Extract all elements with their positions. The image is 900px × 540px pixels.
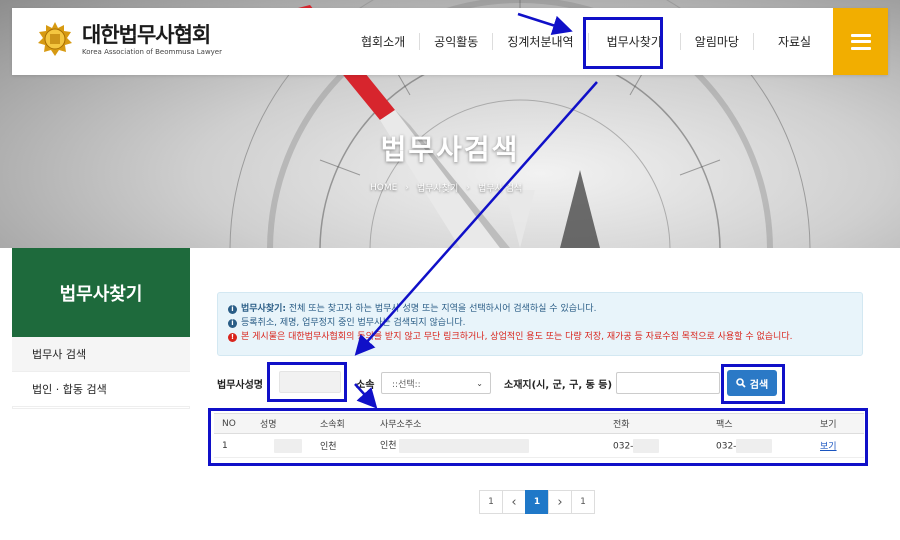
col-phone: 전화: [605, 413, 708, 434]
info-icon: i: [228, 304, 237, 314]
nav-notices[interactable]: 알림마당: [679, 33, 753, 50]
site-header: 대한법무사협회 Korea Association of Beommusa La…: [12, 8, 888, 75]
lawyer-name-input[interactable]: [279, 371, 341, 393]
chevron-right-icon: ›: [466, 182, 470, 193]
notice-line-3: 본 게시물은 대한법무사협회의 동의를 받지 않고 무단 링크하거나, 상업적인…: [241, 332, 793, 342]
nav-resources[interactable]: 자료실: [752, 33, 835, 50]
region-input[interactable]: [616, 372, 720, 394]
row-affiliation: 인천: [312, 433, 372, 458]
info-notice: i 법무사찾기: 전체 또는 찾고자 하는 법무사 성명 또는 지역을 선택하시…: [217, 292, 863, 356]
redacted-phone: [633, 438, 660, 453]
row-view: 보기: [812, 433, 864, 458]
results-table: NO 성명 소속회 사무소주소 전화 팩스 보기 1 인천 인천 032- 03…: [214, 413, 864, 458]
breadcrumb-section[interactable]: 법무사찾기: [417, 181, 458, 194]
sidebar-item-firm-search[interactable]: 법인 · 합동 검색: [12, 372, 190, 407]
breadcrumb-home[interactable]: HOME: [370, 183, 397, 193]
page-next[interactable]: ›: [548, 490, 572, 514]
chevron-down-icon: ⌄: [476, 379, 483, 388]
redacted-name: [274, 438, 302, 453]
nav-public-service[interactable]: 공익활동: [419, 33, 492, 50]
notice-line-2: 등록취소, 제명, 업무정지 중인 법무사는 검색되지 않습니다.: [241, 318, 466, 328]
col-affiliation: 소속회: [312, 413, 372, 434]
chevron-right-icon: ›: [405, 182, 409, 193]
warning-icon: !: [228, 332, 237, 342]
info-icon: i: [228, 318, 237, 328]
row-no: 1: [214, 433, 252, 458]
page-current[interactable]: 1: [525, 490, 549, 514]
affiliation-selected: ::선택::: [392, 379, 421, 390]
notice-heading: 법무사찾기:: [241, 304, 286, 314]
search-button-label: 검색: [749, 379, 769, 391]
row-name: [252, 433, 312, 458]
row-phone: 032-: [605, 433, 708, 458]
nav-about[interactable]: 협회소개: [347, 33, 419, 50]
main-nav: 협회소개 공익활동 징계처분내역 법무사찾기 알림마당 자료실: [347, 8, 835, 75]
page-first[interactable]: 1: [479, 490, 503, 514]
nav-disciplinary[interactable]: 징계처분내역: [492, 33, 587, 50]
notice-line-1: 전체 또는 찾고자 하는 법무사 성명 또는 지역을 선택하시어 검색하실 수 …: [286, 304, 597, 314]
sidebar-item-lawyer-search[interactable]: 법무사 검색: [12, 337, 190, 372]
site-logo[interactable]: 대한법무사협회 Korea Association of Beommusa La…: [36, 20, 222, 58]
breadcrumb-current[interactable]: 법무사 검색: [478, 181, 522, 194]
search-icon: [735, 378, 746, 388]
sidebar-title: 법무사찾기: [12, 248, 190, 337]
col-name: 성명: [252, 413, 312, 434]
page-title: 법무사검색: [380, 133, 520, 166]
redacted-fax: [736, 438, 773, 453]
row-address: 인천: [372, 433, 605, 458]
hamburger-menu-button[interactable]: [833, 8, 888, 75]
row-fax: 032-: [708, 433, 812, 458]
logo-name: 대한법무사협회: [82, 22, 211, 47]
breadcrumb: HOME › 법무사찾기 › 법무사 검색: [370, 181, 522, 195]
row-fax-prefix: 032-: [716, 441, 737, 451]
nav-find-lawyer[interactable]: 법무사찾기: [587, 33, 680, 50]
search-button[interactable]: 검색: [727, 370, 777, 396]
view-link[interactable]: 보기: [820, 442, 837, 452]
name-label: 법무사성명: [217, 380, 263, 391]
hamburger-icon: [850, 33, 871, 50]
region-label: 소재지(시, 군, 구, 동 등): [504, 380, 613, 391]
pagination: 1 ‹ 1 › 1: [479, 490, 595, 514]
affiliation-label: 소속: [356, 380, 375, 391]
page-last[interactable]: 1: [571, 490, 595, 514]
association-emblem-icon: [38, 22, 72, 56]
page-prev[interactable]: ‹: [502, 490, 526, 514]
col-no: NO: [214, 413, 252, 434]
col-view: 보기: [812, 413, 864, 434]
redacted-address: [399, 438, 530, 453]
table-header-row: NO 성명 소속회 사무소주소 전화 팩스 보기: [214, 413, 864, 434]
affiliation-select[interactable]: ::선택:: ⌄: [381, 372, 491, 394]
table-row: 1 인천 인천 032- 032- 보기: [214, 433, 864, 458]
logo-subtitle: Korea Association of Beommusa Lawyer: [82, 47, 222, 56]
col-fax: 팩스: [708, 413, 812, 434]
col-address: 사무소주소: [372, 413, 605, 434]
row-phone-prefix: 032-: [613, 441, 634, 451]
row-address-city: 인천: [380, 441, 397, 452]
